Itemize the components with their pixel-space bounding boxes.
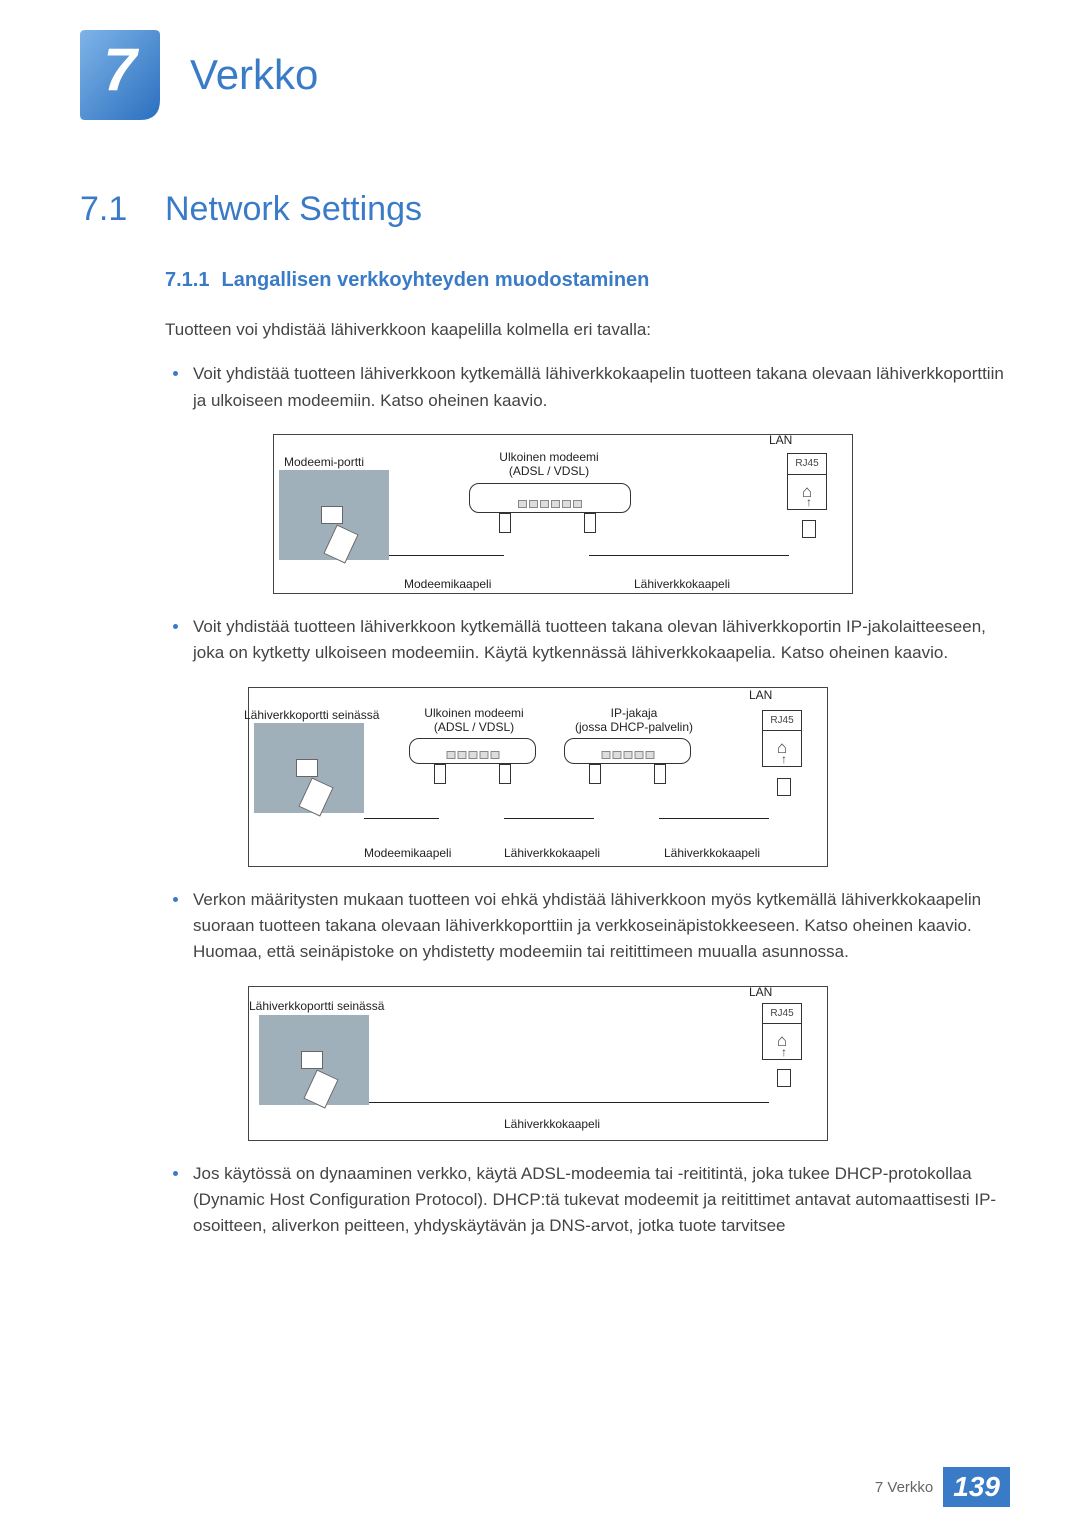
- list-item: Verkon määritysten mukaan tuotteen voi e…: [165, 887, 1010, 1141]
- connector-icon: [499, 513, 511, 533]
- modem-label-1: Ulkoinen modeemi: [424, 706, 523, 720]
- bullet-text: Voit yhdistää tuotteen lähiverkkoon kytk…: [193, 617, 986, 662]
- router-label-1: IP-jakaja: [611, 706, 658, 720]
- list-item: Jos käytössä on dynaaminen verkko, käytä…: [165, 1161, 1010, 1240]
- lan-cable-1-label: Lähiverkkokaapeli: [504, 846, 600, 860]
- arrow-up-icon: ↑: [781, 750, 787, 769]
- diagram-1: Modeemi-portti seinässä Ulkoinen modeemi…: [273, 434, 853, 594]
- subsection-header: 7.1.1 Langallisen verkkoyhteyden muodost…: [165, 269, 1010, 292]
- modem-label-2: (ADSL / VDSL): [434, 720, 514, 734]
- connector-icon: [584, 513, 596, 533]
- intro-text: Tuotteen voi yhdistää lähiverkkoon kaape…: [165, 317, 1010, 343]
- lan-plug-icon: [802, 520, 816, 538]
- arrow-up-icon: ↑: [781, 1043, 787, 1062]
- list-item: Voit yhdistää tuotteen lähiverkkoon kytk…: [165, 361, 1010, 594]
- wall-plate-icon: [279, 470, 389, 560]
- page-number: 139: [943, 1467, 1010, 1507]
- rj45-label: RJ45: [763, 1004, 801, 1025]
- wall-plate-icon: [259, 1015, 369, 1105]
- chapter-header: 7 Verkko: [80, 30, 1010, 120]
- wall-label: Lähiverkkoportti seinässä: [244, 708, 394, 722]
- lan-cable-label: Lähiverkkokaapeli: [504, 1117, 600, 1131]
- lan-plug-icon: [777, 778, 791, 796]
- wall-plate-icon: [254, 723, 364, 813]
- lan-cable-2-label: Lähiverkkokaapeli: [664, 846, 760, 860]
- arrow-up-icon: ↑: [806, 493, 812, 512]
- page-footer: 7 Verkko 139: [875, 1467, 1010, 1507]
- router-label-2: (jossa DHCP-palvelin): [575, 720, 693, 734]
- lan-plug-icon: [777, 1069, 791, 1087]
- modem-label-2: (ADSL / VDSL): [509, 464, 589, 478]
- lan-label: LAN: [769, 433, 792, 447]
- modem-label-1: Ulkoinen modeemi: [499, 450, 598, 464]
- modem-cable-label: Modeemikaapeli: [404, 577, 491, 591]
- modem-icon: [409, 738, 536, 764]
- lan-cable-label: Lähiverkkokaapeli: [634, 577, 730, 591]
- rj45-label: RJ45: [788, 454, 826, 475]
- wall-label: Lähiverkkoportti seinässä: [249, 999, 399, 1013]
- section-header: 7.1 Network Settings: [80, 190, 1010, 229]
- section-number: 7.1: [80, 190, 165, 229]
- connector-icon: [589, 764, 601, 784]
- rj45-label: RJ45: [763, 711, 801, 732]
- footer-label: 7 Verkko: [875, 1479, 933, 1496]
- section-title: Network Settings: [165, 190, 422, 229]
- diagram-3: Lähiverkkoportti seinässä LAN RJ45 ⌂ ↑ L…: [248, 986, 828, 1141]
- list-item: Voit yhdistää tuotteen lähiverkkoon kytk…: [165, 614, 1010, 867]
- chapter-number: 7: [80, 30, 160, 110]
- chapter-badge: 7: [80, 30, 160, 120]
- modem-icon: [469, 483, 631, 513]
- subsection-number: 7.1.1: [165, 269, 209, 292]
- router-icon: [564, 738, 691, 764]
- subsection-title: Langallisen verkkoyhteyden muodostaminen: [221, 269, 649, 292]
- lan-label: LAN: [749, 985, 772, 999]
- bullet-text: Jos käytössä on dynaaminen verkko, käytä…: [193, 1164, 996, 1236]
- connector-icon: [499, 764, 511, 784]
- chapter-title: Verkko: [190, 51, 318, 99]
- bullet-text: Voit yhdistää tuotteen lähiverkkoon kytk…: [193, 364, 1004, 409]
- diagram-2: Lähiverkkoportti seinässä Ulkoinen modee…: [248, 687, 828, 867]
- lan-label: LAN: [749, 688, 772, 702]
- connector-icon: [434, 764, 446, 784]
- modem-cable-label: Modeemikaapeli: [364, 846, 451, 860]
- connector-icon: [654, 764, 666, 784]
- bullet-text: Verkon määritysten mukaan tuotteen voi e…: [193, 890, 981, 962]
